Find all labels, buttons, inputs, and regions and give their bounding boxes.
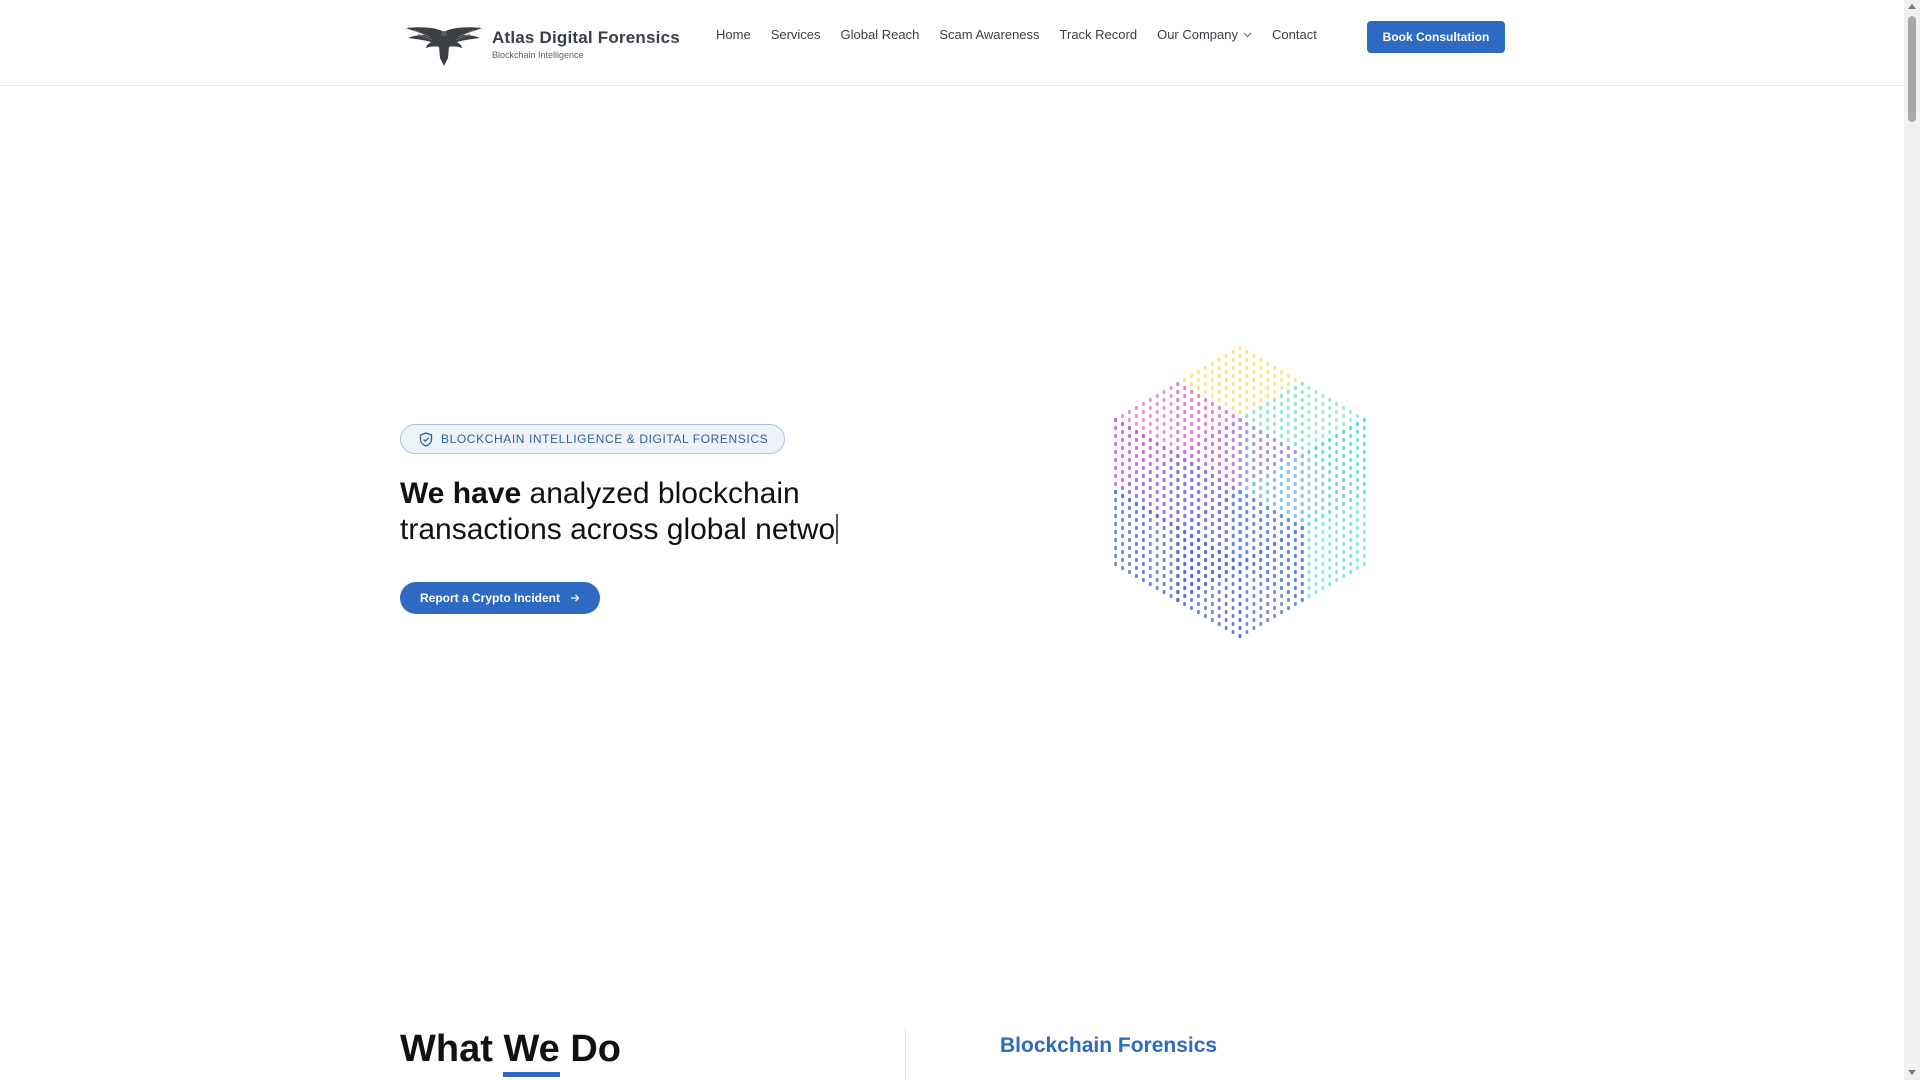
nav-services[interactable]: Services xyxy=(771,27,821,42)
site-header: Atlas Digital Forensics Blockchain Intel… xyxy=(0,0,1904,86)
brand-tagline: Blockchain Intelligence xyxy=(492,50,584,60)
brand-text: Atlas Digital Forensics Blockchain Intel… xyxy=(492,28,680,60)
typing-caret xyxy=(836,514,839,544)
report-incident-button[interactable]: Report a Crypto Incident xyxy=(400,582,601,614)
title-part-what: What xyxy=(400,1028,504,1070)
nav-global-reach[interactable]: Global Reach xyxy=(841,27,920,42)
page-scrollbar[interactable] xyxy=(1904,0,1920,1080)
isometric-cube-graphic xyxy=(1114,345,1366,639)
nav-scam-awareness[interactable]: Scam Awareness xyxy=(939,27,1039,42)
nav-home[interactable]: Home xyxy=(716,27,751,42)
arrow-right-icon xyxy=(571,594,580,602)
hero-headline: We have analyzed blockchain transactions… xyxy=(400,476,920,548)
report-incident-label: Report a Crypto Incident xyxy=(420,591,561,605)
book-consultation-button[interactable]: Book Consultation xyxy=(1367,21,1505,53)
scroll-down-arrow-icon[interactable] xyxy=(1908,1070,1916,1075)
main-nav: Home Services Global Reach Scam Awarenes… xyxy=(716,27,1337,42)
title-part-do: Do xyxy=(559,1028,621,1070)
hero-badge: BLOCKCHAIN INTELLIGENCE & DIGITAL FORENS… xyxy=(400,424,786,454)
title-part-we: We xyxy=(503,1028,561,1077)
nav-track-record[interactable]: Track Record xyxy=(1060,27,1138,42)
eagle-logo-icon xyxy=(406,27,482,66)
nav-contact[interactable]: Contact xyxy=(1272,27,1317,42)
section-divider xyxy=(905,1028,906,1080)
scroll-thumb[interactable] xyxy=(1908,16,1916,122)
shield-icon xyxy=(419,431,433,447)
service-title-blockchain-forensics: Blockchain Forensics xyxy=(1000,1034,1218,1057)
hero-badge-text: BLOCKCHAIN INTELLIGENCE & DIGITAL FORENS… xyxy=(441,432,769,446)
nav-our-company-label: Our Company xyxy=(1157,27,1238,42)
hero-headline-bold: We have xyxy=(400,477,522,510)
site-logo[interactable]: Atlas Digital Forensics Blockchain Intel… xyxy=(404,22,680,66)
scroll-up-arrow-icon[interactable] xyxy=(1908,4,1916,9)
brand-name: Atlas Digital Forensics xyxy=(492,28,680,47)
nav-our-company[interactable]: Our Company xyxy=(1157,27,1252,42)
chevron-down-icon xyxy=(1243,32,1252,37)
what-we-do-title: What We Do xyxy=(400,1028,621,1077)
